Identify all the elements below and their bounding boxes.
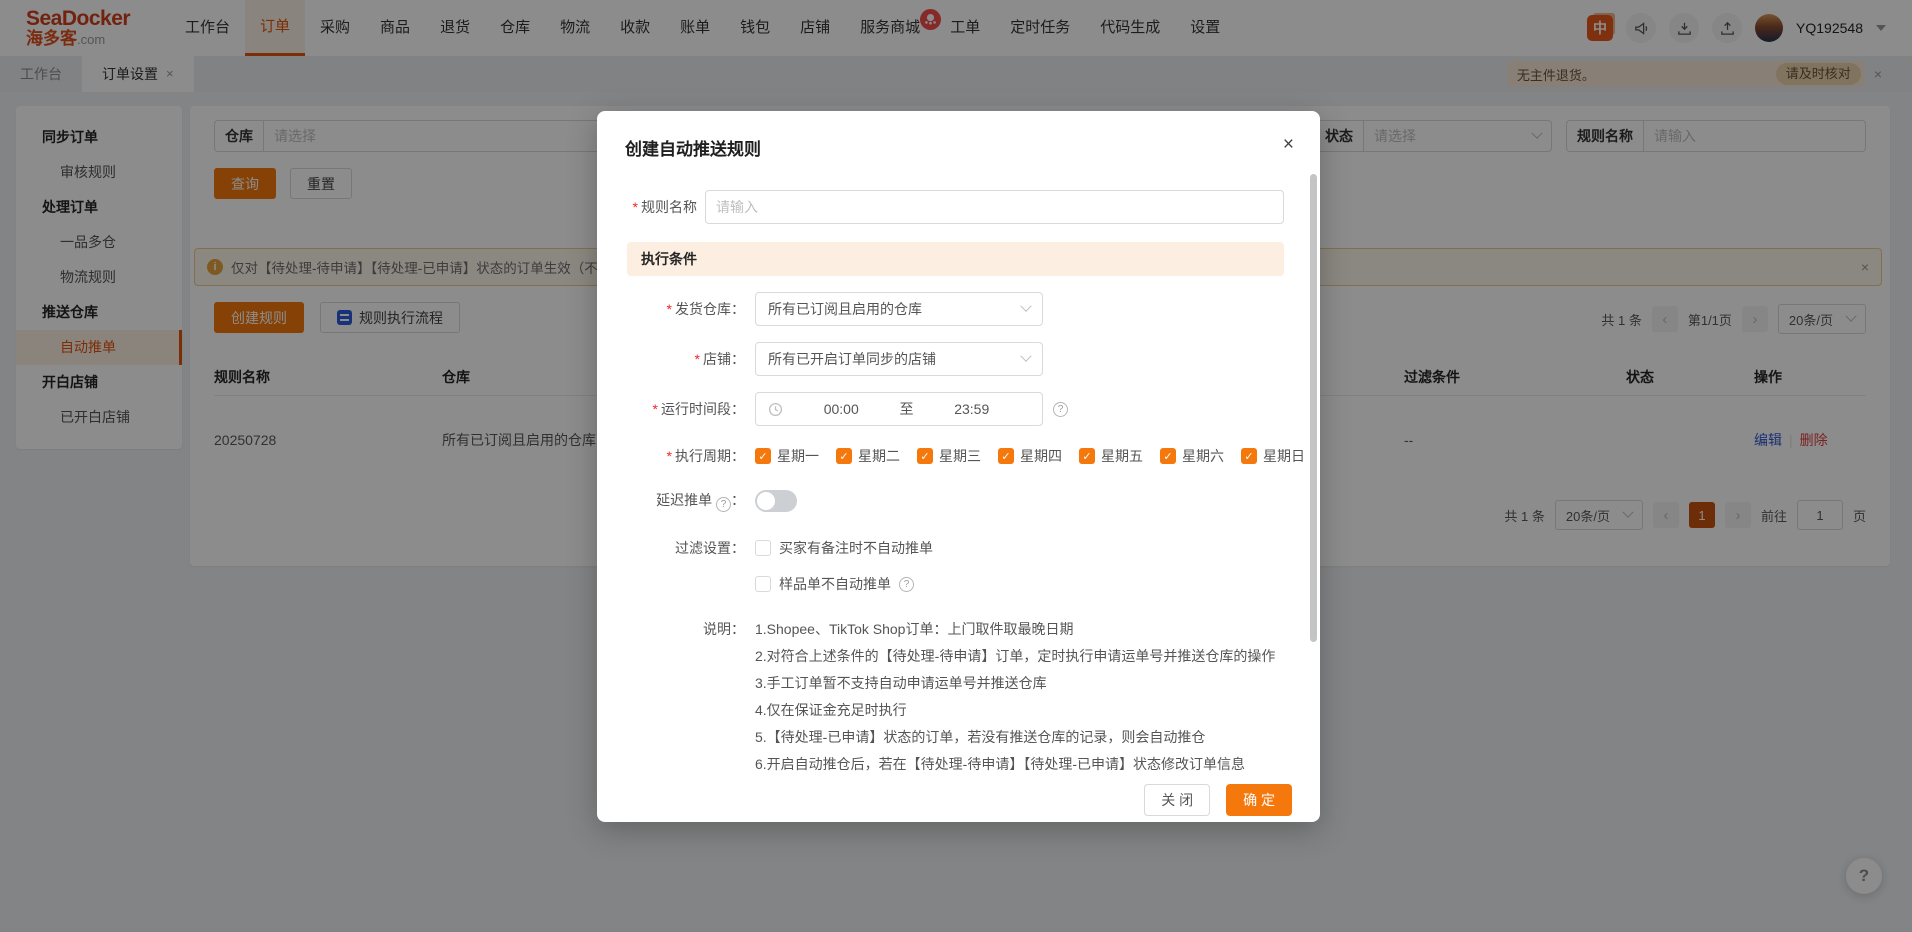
filter-option-buyer-note[interactable]: 买家有备注时不自动推单 — [755, 538, 933, 558]
required-asterisk: * — [667, 448, 672, 464]
note-line: 6.开启自动推仓后，若在【待处理-待申请】【待处理-已申请】状态修改订单信息 — [755, 751, 1275, 776]
note-line: 2.对符合上述条件的【待处理-待申请】订单，定时执行申请运单号并推送仓库的操作 — [755, 643, 1275, 670]
run-time-row: *运行时间段： 00:00 至 23:59 ? — [627, 392, 1284, 426]
weekday-option-wed[interactable]: 星期三 — [917, 446, 981, 466]
create-auto-push-rule-modal: 创建自动推送规则 × *规则名称 执行条件 *发货仓库： 所有已订阅且启用的仓库… — [597, 111, 1320, 822]
required-asterisk: * — [653, 401, 658, 417]
weekday-option-sun[interactable]: 星期日 — [1241, 446, 1305, 466]
checkbox-checked-icon[interactable] — [836, 448, 852, 464]
shop-row: *店铺： 所有已开启订单同步的店铺 — [627, 342, 1284, 376]
required-asterisk: * — [695, 351, 700, 367]
shop-select[interactable]: 所有已开启订单同步的店铺 — [755, 342, 1043, 376]
filter-option-sample-order[interactable]: 样品单不自动推单? — [755, 574, 933, 594]
weekday-label: 星期日 — [1263, 446, 1305, 466]
checkbox-checked-icon[interactable] — [1241, 448, 1257, 464]
notes-row: 说明： 1.Shopee、TikTok Shop订单：上门取件取最晚日期 2.对… — [627, 616, 1284, 776]
checkbox-checked-icon[interactable] — [1160, 448, 1176, 464]
run-time-label: *运行时间段： — [627, 399, 745, 419]
weekday-label: 星期三 — [939, 446, 981, 466]
modal-close-icon[interactable]: × — [1283, 135, 1294, 154]
filter-settings-label: 过滤设置： — [627, 538, 745, 558]
app-screen: SeaDocker 海多客.com 工作台 订单 采购 商品 退货 仓库 物流 … — [0, 0, 1912, 932]
time-separator: 至 — [900, 399, 914, 419]
help-question-icon[interactable]: ? — [899, 577, 914, 592]
chevron-down-icon — [1020, 301, 1031, 312]
weekday-label: 星期四 — [1020, 446, 1062, 466]
note-line: 3.手工订单暂不支持自动申请运单号并推送仓库 — [755, 670, 1275, 697]
filter-option-label: 样品单不自动推单 — [779, 574, 891, 594]
weekday-option-tue[interactable]: 星期二 — [836, 446, 900, 466]
modal-title: 创建自动推送规则 — [625, 140, 761, 159]
delay-push-row: 延迟推单 ?： — [627, 490, 1284, 512]
rule-name-row: *规则名称 — [627, 190, 1284, 224]
checkbox-unchecked-icon[interactable] — [755, 576, 771, 592]
shop-label: *店铺： — [627, 349, 745, 369]
checkbox-checked-icon[interactable] — [1079, 448, 1095, 464]
delay-push-toggle[interactable] — [755, 490, 797, 512]
chevron-down-icon — [1020, 351, 1031, 362]
clock-icon — [768, 402, 783, 417]
notes-lines: 1.Shopee、TikTok Shop订单：上门取件取最晚日期 2.对符合上述… — [755, 616, 1275, 776]
time-start[interactable]: 00:00 — [783, 401, 900, 417]
weekday-label: 星期六 — [1182, 446, 1224, 466]
weekday-option-fri[interactable]: 星期五 — [1079, 446, 1143, 466]
scrollbar-thumb[interactable] — [1310, 174, 1317, 642]
required-asterisk: * — [667, 301, 672, 317]
help-question-icon[interactable]: ? — [1053, 402, 1068, 417]
section-execution-conditions: 执行条件 — [627, 242, 1284, 276]
notes-label: 说明： — [627, 616, 745, 776]
note-line: 4.仅在保证金充足时执行 — [755, 697, 1275, 724]
rule-name-input[interactable] — [705, 190, 1284, 224]
confirm-button[interactable]: 确 定 — [1226, 784, 1292, 816]
filter-settings-row: 过滤设置： 买家有备注时不自动推单 样品单不自动推单? — [627, 538, 1284, 594]
ship-warehouse-row: *发货仓库： 所有已订阅且启用的仓库 — [627, 292, 1284, 326]
time-end[interactable]: 23:59 — [914, 401, 1031, 417]
checkbox-checked-icon[interactable] — [917, 448, 933, 464]
ship-warehouse-select[interactable]: 所有已订阅且启用的仓库 — [755, 292, 1043, 326]
modal-footer: 关 闭 确 定 — [597, 776, 1320, 816]
filter-options: 买家有备注时不自动推单 样品单不自动推单? — [755, 538, 933, 594]
modal-header: 创建自动推送规则 × — [597, 111, 1320, 160]
checkbox-unchecked-icon[interactable] — [755, 540, 771, 556]
delay-push-label: 延迟推单 ?： — [627, 490, 745, 512]
weekday-option-thu[interactable]: 星期四 — [998, 446, 1062, 466]
note-line: 1.Shopee、TikTok Shop订单：上门取件取最晚日期 — [755, 616, 1275, 643]
weekday-list: 星期一 星期二 星期三 星期四 星期五 星期六 星期日 — [755, 446, 1305, 466]
help-question-icon[interactable]: ? — [716, 497, 731, 512]
weekday-label: 星期一 — [777, 446, 819, 466]
filter-option-label: 买家有备注时不自动推单 — [779, 538, 933, 558]
weekday-label: 星期二 — [858, 446, 900, 466]
weekdays-row: *执行周期： 星期一 星期二 星期三 星期四 星期五 星期六 星期日 — [627, 446, 1284, 466]
rule-name-label: *规则名称 — [627, 197, 697, 217]
checkbox-checked-icon[interactable] — [755, 448, 771, 464]
weekdays-label: *执行周期： — [627, 446, 745, 466]
weekday-option-sat[interactable]: 星期六 — [1160, 446, 1224, 466]
required-asterisk: * — [633, 199, 638, 215]
ship-warehouse-label: *发货仓库： — [627, 299, 745, 319]
close-button[interactable]: 关 闭 — [1144, 784, 1210, 816]
weekday-option-mon[interactable]: 星期一 — [755, 446, 819, 466]
time-range-picker[interactable]: 00:00 至 23:59 — [755, 392, 1043, 426]
note-line: 5.【待处理-已申请】状态的订单，若没有推送仓库的记录，则会自动推仓 — [755, 724, 1275, 751]
checkbox-checked-icon[interactable] — [998, 448, 1014, 464]
modal-body: *规则名称 执行条件 *发货仓库： 所有已订阅且启用的仓库 *店铺： 所有已开启… — [597, 170, 1320, 776]
weekday-label: 星期五 — [1101, 446, 1143, 466]
